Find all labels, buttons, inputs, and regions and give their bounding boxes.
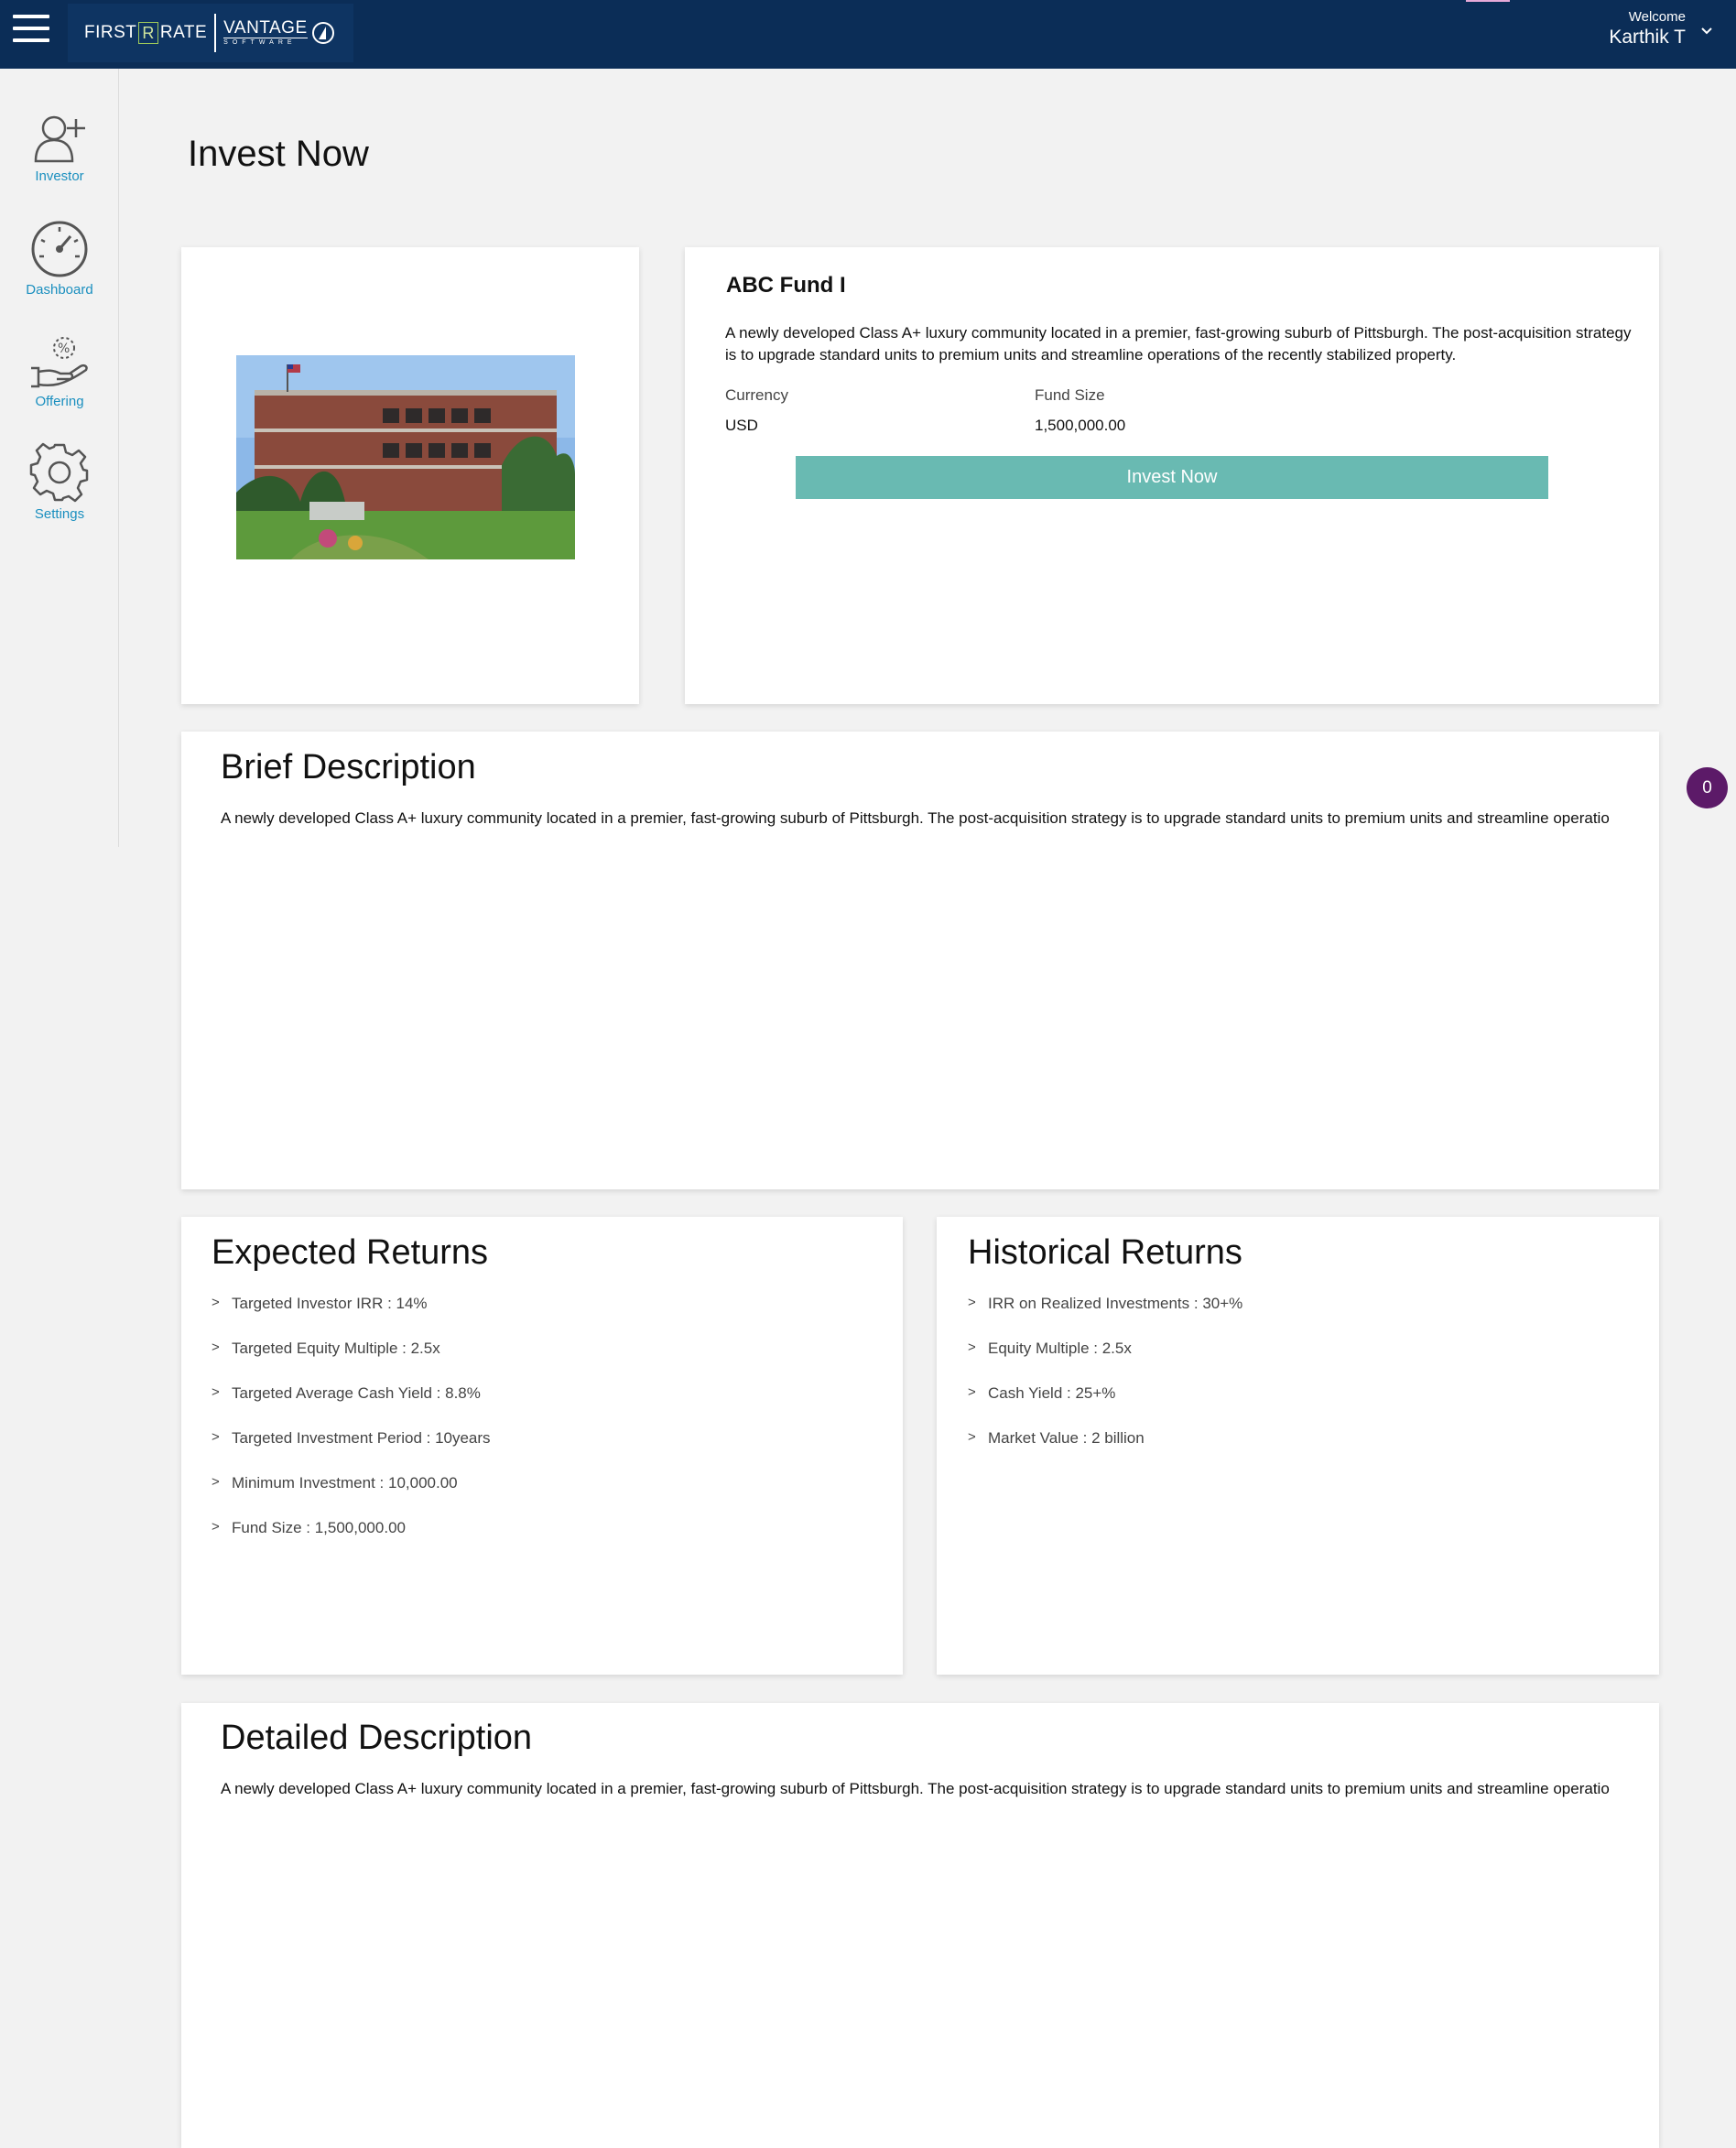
list-item: > Cash Yield : 25+% — [968, 1384, 1116, 1402]
sidebar: Investor Dashboard % Offering Settings — [0, 69, 119, 847]
list-item: > Market Value : 2 billion — [968, 1429, 1145, 1447]
invest-now-button[interactable]: Invest Now — [796, 456, 1548, 499]
currency-label: Currency — [725, 386, 788, 404]
list-item: > IRR on Realized Investments : 30+% — [968, 1295, 1243, 1312]
logo-vantage: VANTAGE SOFTWARE — [223, 17, 308, 46]
sidebar-item-label: Settings — [34, 506, 85, 522]
brief-description-card: Brief Description A newly developed Clas… — [181, 732, 1659, 1189]
page-title: Invest Now — [188, 134, 369, 174]
top-bar: FIRST R RATE VANTAGE SOFTWARE Welcome Kart… — [0, 0, 1736, 69]
fund-size-label: Fund Size — [1035, 386, 1105, 404]
currency-value: USD — [725, 417, 758, 434]
detailed-description-text: A newly developed Class A+ luxury commun… — [221, 1780, 1610, 1797]
svg-text:%: % — [58, 342, 70, 356]
user-name: Karthik T — [1609, 27, 1686, 48]
fund-info-card: ABC Fund I A newly developed Class A+ lu… — [685, 247, 1659, 704]
expected-returns-card: Expected Returns > Targeted Investor IRR … — [181, 1217, 903, 1675]
historical-returns-title: Historical Returns — [968, 1233, 1242, 1272]
logo-mark-icon — [311, 22, 334, 44]
gear-icon — [29, 442, 89, 503]
offering-hand-icon: % — [31, 337, 88, 388]
fund-description: A newly developed Class A+ luxury commun… — [725, 324, 1632, 363]
brief-description-title: Brief Description — [221, 748, 476, 787]
sidebar-item-dashboard[interactable]: Dashboard — [0, 220, 119, 298]
notification-count-badge[interactable]: 0 — [1687, 767, 1728, 808]
detailed-description-title: Detailed Description — [221, 1719, 533, 1757]
expected-returns-title: Expected Returns — [212, 1233, 489, 1272]
accent-line — [1466, 0, 1510, 2]
welcome-label: Welcome — [1628, 9, 1686, 25]
detailed-description-card: Detailed Description A newly developed C… — [181, 1703, 1659, 2148]
sidebar-item-investor[interactable]: Investor — [0, 110, 119, 184]
add-user-icon — [34, 115, 85, 163]
hamburger-menu-icon[interactable] — [13, 15, 51, 46]
fund-name: ABC Fund I — [726, 273, 846, 298]
sidebar-item-label: Dashboard — [26, 282, 93, 298]
sidebar-item-label: Investor — [35, 168, 84, 184]
list-item: > Targeted Investor IRR : 14% — [212, 1295, 428, 1312]
sidebar-item-label: Offering — [35, 394, 84, 409]
fund-size-value: 1,500,000.00 — [1035, 417, 1126, 434]
expected-returns-list: > Targeted Investor IRR : 14% > Targeted E… — [212, 1295, 491, 1564]
list-item: > Fund Size : 1,500,000.00 — [212, 1519, 406, 1536]
building-photo-illustration — [236, 355, 575, 559]
list-item: > Minimum Investment : 10,000.00 — [212, 1474, 458, 1492]
chevron-down-icon[interactable] — [1699, 25, 1714, 38]
fund-property-photo — [236, 355, 575, 559]
list-item: > Targeted Equity Multiple : 2.5x — [212, 1340, 440, 1357]
brief-description-text: A newly developed Class A+ luxury commun… — [221, 809, 1610, 827]
list-item: > Equity Multiple : 2.5x — [968, 1340, 1132, 1357]
sidebar-item-settings[interactable]: Settings — [0, 442, 119, 522]
fund-image-card — [181, 247, 639, 704]
gauge-icon — [31, 221, 88, 277]
list-item: > Targeted Investment Period : 10years — [212, 1429, 491, 1447]
app-logo[interactable]: FIRST R RATE VANTAGE SOFTWARE — [68, 4, 353, 62]
logo-firstrate: FIRST R RATE — [84, 22, 208, 44]
historical-returns-card: Historical Returns > IRR on Realized Inve… — [937, 1217, 1659, 1675]
user-menu[interactable]: Welcome Karthik T — [1609, 9, 1686, 49]
sidebar-item-offering[interactable]: % Offering — [0, 330, 119, 409]
historical-returns-list: > IRR on Realized Investments : 30+% > Equ… — [968, 1295, 1242, 1474]
list-item: > Targeted Average Cash Yield : 8.8% — [212, 1384, 481, 1402]
